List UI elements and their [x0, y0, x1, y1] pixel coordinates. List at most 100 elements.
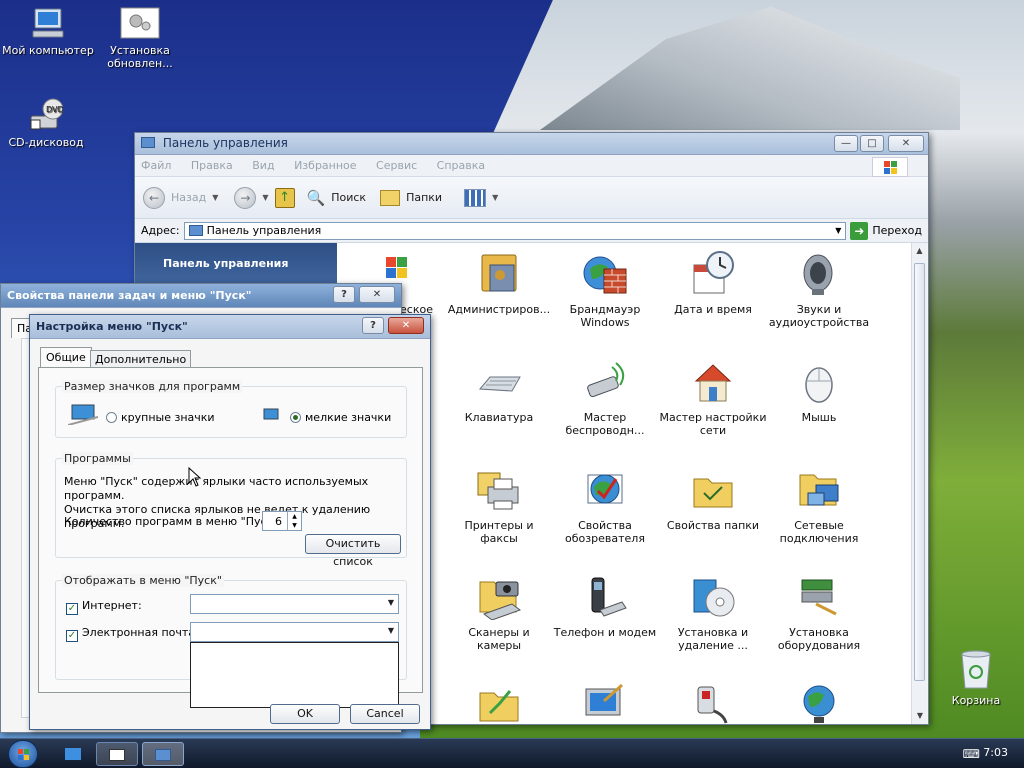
menu-view[interactable]: Вид — [252, 159, 274, 172]
phone-modem-icon — [582, 574, 628, 620]
back-arrow-icon[interactable]: ← — [143, 186, 165, 209]
cp-toolbar: ← Назад ▼ → ▼ ↑ 🔍 Поиск Папки ▼ — [135, 177, 928, 219]
cp-item-hardware[interactable]: Установка оборудования — [765, 574, 873, 652]
taskbar-show-desktop[interactable] — [52, 742, 94, 766]
dialog-titlebar[interactable]: Настройка меню "Пуск" ? ✕ — [30, 315, 430, 339]
back-dropdown-icon[interactable]: ▼ — [212, 193, 218, 202]
scroll-down-icon[interactable]: ▼ — [912, 708, 928, 724]
internet-select[interactable] — [190, 594, 399, 614]
cp-item-label: Мастер беспроводн... — [565, 411, 645, 437]
minimize-button[interactable]: — — [834, 135, 858, 152]
cp-item-label: Свойства папки — [666, 519, 760, 532]
up-folder-icon[interactable]: ↑ — [274, 187, 295, 208]
cp-item-printers[interactable]: Принтеры и факсы — [445, 467, 553, 545]
views-icon[interactable] — [464, 188, 487, 207]
desktop-icon-updates[interactable]: Установка обновлен... — [94, 6, 186, 70]
address-field[interactable]: Панель управления ▼ — [183, 221, 847, 240]
desktop-icon-label: Корзина — [951, 694, 1001, 707]
email-dropdown-list[interactable] — [190, 642, 399, 708]
folders-label[interactable]: Папки — [406, 191, 442, 204]
radio-small[interactable] — [290, 412, 301, 423]
address-value: Панель управления — [206, 224, 322, 237]
close-button[interactable]: ✕ — [388, 317, 424, 334]
cp-item-row5-c[interactable] — [659, 681, 767, 733]
cp-item-phone-modem[interactable]: Телефон и модем — [551, 574, 659, 639]
internet-option[interactable]: ✓ Интернет: — [66, 599, 142, 615]
start-button[interactable] — [8, 740, 38, 768]
menu-tools[interactable]: Сервис — [376, 159, 417, 172]
desktop-icon-recycle-bin[interactable]: Корзина — [930, 648, 1022, 707]
search-label[interactable]: Поиск — [331, 191, 366, 204]
small-icons-option[interactable]: мелкие значки — [290, 411, 391, 424]
folders-icon[interactable] — [380, 189, 401, 206]
help-button[interactable]: ? — [362, 317, 384, 334]
go-label[interactable]: Переход — [872, 224, 922, 237]
cp-item-row5-a[interactable] — [445, 681, 553, 733]
cp-item-row5-b[interactable] — [551, 681, 659, 733]
taskbar-window-2[interactable] — [142, 742, 184, 766]
cp-item-add-remove[interactable]: Установка и удаление ... — [659, 574, 767, 652]
cp-titlebar[interactable]: Панель управления — □ ✕ — [135, 133, 928, 155]
cp-item-scanners[interactable]: Сканеры и камеры — [445, 574, 553, 652]
program-count-stepper[interactable]: 6 ▲ ▼ — [262, 511, 302, 531]
tab-general[interactable]: Общие — [40, 347, 92, 367]
show-group-title: Отображать в меню "Пуск" — [62, 574, 224, 587]
views-dropdown-icon[interactable]: ▼ — [492, 193, 498, 202]
vertical-scrollbar[interactable]: ▲ ▼ — [911, 243, 927, 724]
search-icon[interactable]: 🔍 — [307, 189, 326, 207]
radio-large[interactable] — [106, 412, 117, 423]
forward-dropdown-icon[interactable]: ▼ — [262, 193, 268, 202]
forward-arrow-icon[interactable]: → — [234, 186, 257, 209]
back-label[interactable]: Назад — [171, 191, 206, 204]
go-arrow-icon[interactable]: ➜ — [850, 221, 869, 240]
stepper-down-icon[interactable]: ▼ — [287, 521, 301, 530]
ok-button[interactable]: OK — [270, 704, 340, 724]
internet-checkbox[interactable]: ✓ — [66, 603, 78, 615]
close-button[interactable]: ✕ — [359, 286, 395, 303]
cp-item-admin[interactable]: Администриров... — [445, 251, 553, 316]
close-button[interactable]: ✕ — [888, 135, 924, 152]
desktop-icon-my-computer[interactable]: Мой компьютер — [2, 6, 94, 57]
email-checkbox[interactable]: ✓ — [66, 630, 78, 642]
taskbar-window-1[interactable] — [96, 742, 138, 766]
stepper-up-icon[interactable]: ▲ — [287, 512, 301, 521]
scroll-up-icon[interactable]: ▲ — [912, 243, 927, 259]
clear-list-button[interactable]: Очистить список — [305, 534, 401, 568]
cp-item-network-connections[interactable]: Сетевые подключения — [765, 467, 873, 545]
cp-item-sounds[interactable]: Звуки и аудиоустройства — [765, 251, 873, 329]
large-icons-option[interactable]: крупные значки — [106, 411, 215, 424]
tray-network-icon[interactable]: ⌨ — [963, 747, 980, 761]
email-select[interactable] — [190, 622, 399, 642]
cp-item-folder-options[interactable]: Свойства папки — [659, 467, 767, 532]
taskbar-props-titlebar[interactable]: Свойства панели задач и меню "Пуск" ? ✕ — [1, 284, 401, 308]
scroll-thumb[interactable] — [914, 263, 925, 681]
cp-item-label: Установка оборудования — [777, 626, 861, 652]
menu-favorites[interactable]: Избранное — [294, 159, 356, 172]
address-dropdown-icon[interactable]: ▼ — [835, 226, 841, 235]
menu-help[interactable]: Справка — [437, 159, 485, 172]
email-option[interactable]: ✓ Электронная почта: — [66, 626, 199, 642]
taskbar-props-title: Свойства панели задач и меню "Пуск" — [7, 289, 252, 302]
show-desktop-icon — [65, 748, 81, 760]
cp-item-network-setup[interactable]: Мастер настройки сети — [659, 359, 767, 437]
desktop-icon-dvd[interactable]: DVD CD-дисковод — [0, 98, 92, 149]
tab-advanced[interactable]: Дополнительно — [90, 350, 192, 368]
printer-icon — [476, 467, 522, 513]
address-label: Адрес: — [141, 224, 180, 237]
cancel-button[interactable]: Cancel — [350, 704, 420, 724]
cp-item-wireless[interactable]: Мастер беспроводн... — [551, 359, 659, 437]
menu-edit[interactable]: Правка — [191, 159, 233, 172]
windows-logo-icon — [18, 749, 29, 760]
clock[interactable]: 7:03 — [983, 746, 1008, 759]
cp-item-internet-options[interactable]: Свойства обозревателя — [551, 467, 659, 545]
help-button[interactable]: ? — [333, 286, 355, 303]
small-icons-icon — [262, 407, 280, 426]
firewall-icon — [582, 251, 628, 297]
maximize-button[interactable]: □ — [860, 135, 884, 152]
cp-item-datetime[interactable]: Дата и время — [659, 251, 767, 316]
cp-item-firewall[interactable]: Брандмауэр Windows — [551, 251, 659, 329]
menu-file[interactable]: Файл — [141, 159, 171, 172]
cp-item-row5-d[interactable] — [765, 681, 873, 733]
cp-item-mouse[interactable]: Мышь — [765, 359, 873, 424]
cp-item-keyboard[interactable]: Клавиатура — [445, 359, 553, 424]
